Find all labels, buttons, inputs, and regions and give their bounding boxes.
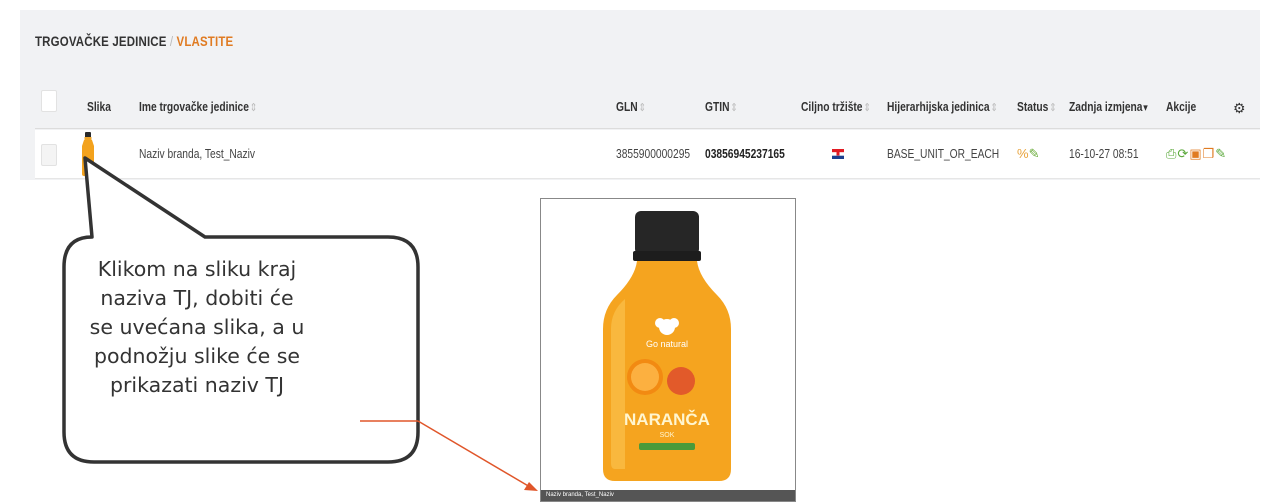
bottle-sub-text: SOK	[660, 432, 675, 439]
callout-line: prikazati naziv TJ	[109, 373, 284, 397]
arrow-line	[417, 420, 531, 488]
arrow-head	[524, 482, 538, 491]
callout-line: podnožju slike će se	[93, 344, 301, 368]
bottle-brand-text: Go natural	[646, 339, 688, 349]
callout-text: Klikom na sliku kraj naziva TJ, dobiti ć…	[72, 255, 322, 400]
image-preview[interactable]: Go natural NARANČA SOK Naziv branda, Tes…	[540, 198, 796, 502]
callout-line: se uvećana slika, a u	[89, 315, 305, 339]
bottle-label-text: NARANČA	[624, 410, 710, 429]
preview-caption: Naziv branda, Test_Naziv	[541, 490, 795, 501]
callout-line: Klikom na sliku kraj	[97, 257, 297, 281]
callout-line: naziva TJ, dobiti će	[100, 286, 294, 310]
juice-bottle-image: Go natural NARANČA SOK	[603, 211, 731, 481]
